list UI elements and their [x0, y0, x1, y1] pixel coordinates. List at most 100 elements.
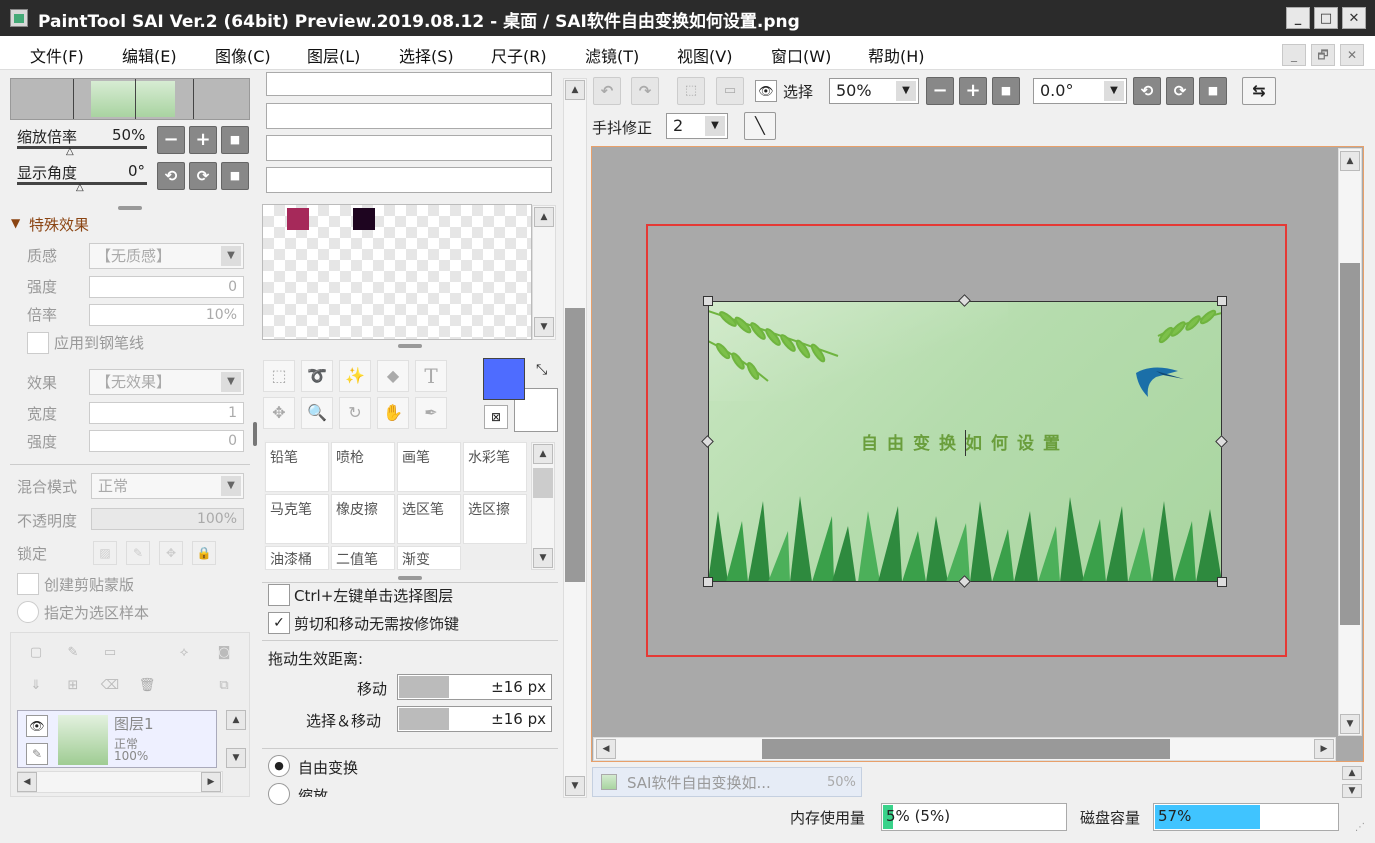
layer-scroll-left[interactable]: ◀ [17, 772, 37, 792]
rotate-ccw-button[interactable]: ⟲ [157, 162, 185, 190]
strength2-field[interactable]: 0 [89, 430, 244, 452]
layer-scroll-up[interactable]: ▲ [226, 710, 246, 730]
doc-close-button[interactable]: ✕ [1340, 44, 1364, 66]
menu-layer[interactable]: 图层(L) [307, 43, 360, 67]
transparent-color-icon[interactable]: ⊠ [484, 405, 508, 429]
brush-select-eraser[interactable]: 选区擦 [463, 494, 527, 544]
effects-header[interactable]: 特殊效果 [29, 214, 89, 235]
menu-edit[interactable]: 编辑(E) [122, 43, 177, 67]
middle-scroll-up[interactable]: ▲ [565, 80, 585, 100]
menu-image[interactable]: 图像(C) [215, 43, 271, 67]
maximize-button[interactable]: □ [1314, 7, 1338, 29]
zoom-reset-button[interactable]: ■ [221, 126, 249, 154]
layer-scroll-down[interactable]: ▼ [226, 748, 246, 768]
doc-minimize-button[interactable]: _ [1282, 44, 1306, 66]
texture-select[interactable]: 【无质感】 ▼ [89, 243, 244, 269]
hand-tool-icon[interactable]: ✋ [377, 397, 409, 429]
rotate-tool-icon[interactable]: ↻ [339, 397, 371, 429]
canvas-hscroll-thumb[interactable] [762, 739, 1170, 759]
select-move-field[interactable]: ±16 px [397, 706, 552, 732]
canvas-vscroll-thumb[interactable] [1340, 263, 1360, 625]
toolbar-rotate-reset-button[interactable]: ■ [1199, 77, 1227, 105]
rotate-cw-button[interactable]: ⟳ [189, 162, 217, 190]
line-mode-button[interactable]: ╲ [744, 112, 776, 140]
brush-bucket[interactable]: 油漆桶 [265, 546, 329, 570]
brush-select-pen[interactable]: 选区笔 [397, 494, 461, 544]
layer-row[interactable]: 👁 ✎ 图层1 正常 100% [17, 710, 217, 768]
clip-mask-checkbox[interactable] [17, 573, 39, 595]
lock-move-icon[interactable]: ✥ [159, 541, 183, 565]
toolbar-zoom-reset-button[interactable]: ■ [992, 77, 1020, 105]
shape-tool-icon[interactable]: ◆ [377, 360, 409, 392]
canvas-scroll-up[interactable]: ▲ [1340, 151, 1360, 171]
move-distance-field[interactable]: ±16 px [397, 674, 552, 700]
brush-watercolor[interactable]: 水彩笔 [463, 442, 527, 492]
brush-scroll-down[interactable]: ▼ [533, 548, 553, 568]
eyedropper-tool-icon[interactable]: ✒ [415, 397, 447, 429]
new-layer-icon[interactable]: ▢ [26, 645, 46, 665]
deselect-button[interactable]: ⬚ [677, 77, 705, 105]
ctrl-click-checkbox[interactable] [268, 584, 290, 606]
scratch-slot-1[interactable] [266, 72, 552, 96]
menu-select[interactable]: 选择(S) [399, 43, 454, 67]
menu-filter[interactable]: 滤镜(T) [585, 43, 639, 67]
middle-scrollbar[interactable]: ▲ ▼ [563, 78, 587, 798]
apply-pen-checkbox[interactable] [27, 332, 49, 354]
no-modifier-checkbox[interactable]: ✓ [268, 612, 290, 634]
brush-scroll-thumb[interactable] [533, 468, 553, 498]
canvas-hscrollbar[interactable]: ◀ ▶ [593, 737, 1336, 761]
swatch-scroll-up[interactable]: ▲ [534, 207, 554, 227]
stabilizer-select[interactable]: 2 ▼ [666, 113, 728, 139]
angle-select[interactable]: 0.0° ▼ [1033, 78, 1127, 104]
collapse-triangle-icon[interactable]: ▼ [11, 216, 20, 230]
layer-mask-icon[interactable]: ◙ [214, 645, 234, 665]
flip-horizontal-button[interactable]: ⇆ [1242, 77, 1276, 105]
document-tab[interactable]: SAI软件自由变换如... 50% [592, 767, 862, 797]
layer-copy-icon[interactable]: ⧉ [214, 678, 234, 698]
merge-down-icon[interactable]: ⇓ [26, 678, 46, 698]
brush-pencil[interactable]: 铅笔 [265, 442, 329, 492]
zoom-tool-icon[interactable]: 🔍 [301, 397, 333, 429]
handle-bottom-right[interactable] [1217, 577, 1227, 587]
eye-icon[interactable]: 👁 [26, 715, 48, 737]
brush-airbrush[interactable]: 喷枪 [331, 442, 395, 492]
menu-ruler[interactable]: 尺子(R) [491, 43, 547, 67]
layer-scroll-right[interactable]: ▶ [201, 772, 221, 792]
lock-paint-icon[interactable]: ✎ [126, 541, 150, 565]
swatch-dark[interactable] [353, 208, 375, 230]
opacity-field[interactable]: 100% [91, 508, 244, 530]
lock-transparency-icon[interactable]: ▨ [93, 541, 117, 565]
zoom-out-button[interactable]: − [157, 126, 185, 154]
handle-top-left[interactable] [703, 296, 713, 306]
scale-radio[interactable] [268, 783, 290, 805]
toolbar-rotate-cw-button[interactable]: ⟳ [1166, 77, 1194, 105]
new-linework-icon[interactable]: ✎ [63, 645, 83, 665]
handle-bottom-left[interactable] [703, 577, 713, 587]
middle-scroll-thumb[interactable] [565, 308, 585, 582]
swatch-panel[interactable] [262, 204, 532, 340]
brush-eraser[interactable]: 橡皮擦 [331, 494, 395, 544]
zoom-select[interactable]: 50% ▼ [829, 78, 919, 104]
scratch-slot-3[interactable] [266, 135, 552, 161]
menu-view[interactable]: 视图(V) [677, 43, 732, 67]
toolbar-rotate-ccw-button[interactable]: ⟲ [1133, 77, 1161, 105]
brush-gradient[interactable]: 渐变 [397, 546, 461, 570]
close-button[interactable]: ✕ [1342, 7, 1366, 29]
zoom-slider-thumb[interactable]: △ [66, 146, 74, 157]
swatch-scrollbar[interactable]: ▲ ▼ [532, 205, 556, 340]
swatch-crimson[interactable] [287, 208, 309, 230]
tabs-scroll-down[interactable]: ▼ [1342, 784, 1362, 798]
tabs-scroll-up[interactable]: ▲ [1342, 766, 1362, 780]
minimize-button[interactable]: _ [1286, 7, 1310, 29]
redo-button[interactable]: ↷ [631, 77, 659, 105]
splitter-handle-2[interactable] [398, 576, 422, 580]
handle-top-right[interactable] [1217, 296, 1227, 306]
zoom-in-button[interactable]: + [189, 126, 217, 154]
doc-restore-button[interactable]: 🗗 [1311, 44, 1335, 66]
brush-binary-pen[interactable]: 二值笔 [331, 546, 395, 570]
new-folder-icon[interactable]: ▭ [100, 645, 120, 665]
canvas-scroll-left[interactable]: ◀ [596, 739, 616, 759]
resize-grip-icon[interactable]: ⋰ [1355, 822, 1365, 833]
width-field[interactable]: 1 [89, 402, 244, 424]
undo-button[interactable]: ↶ [593, 77, 621, 105]
